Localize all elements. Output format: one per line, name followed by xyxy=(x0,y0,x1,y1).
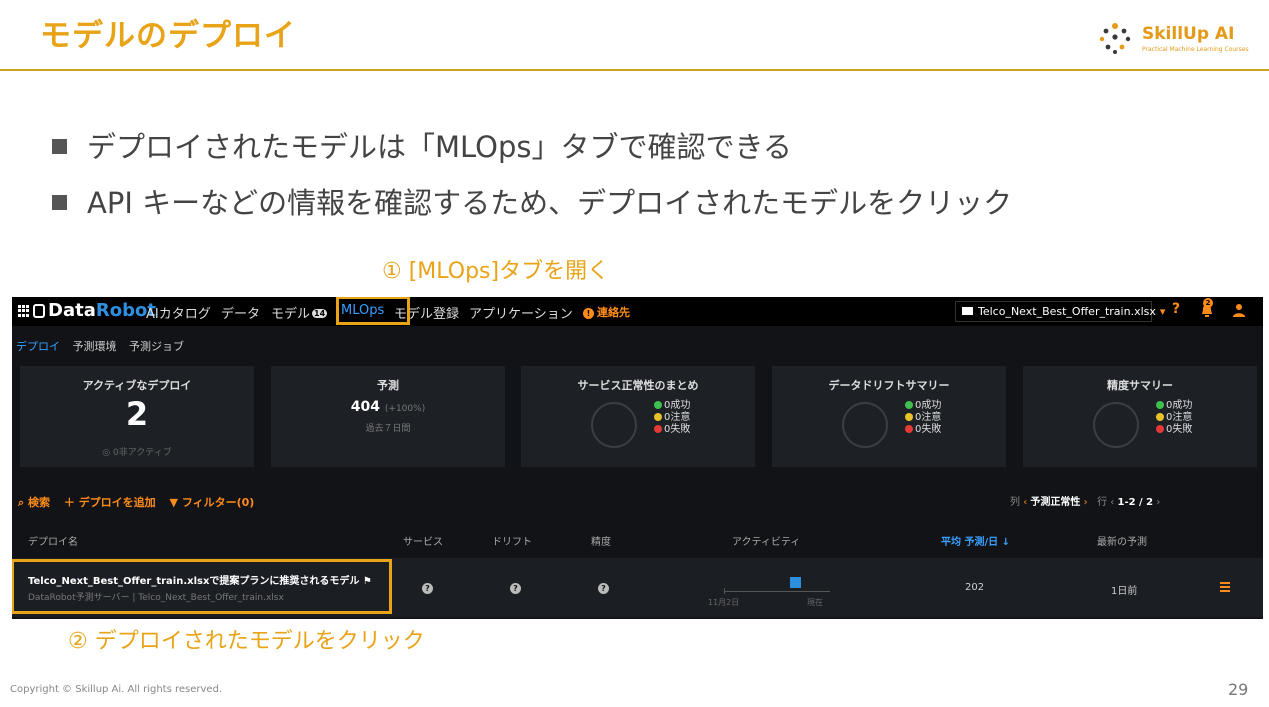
service-unknown-icon: ? xyxy=(422,583,433,594)
alert-icon: ! xyxy=(583,308,594,319)
column-selector[interactable]: 予測正常性 xyxy=(1030,497,1080,508)
card-active-deployments: アクティブなデプロイ 2 ◎ 0非アクティブ xyxy=(20,366,254,467)
active-count: 2 xyxy=(125,395,149,433)
copyright: Copyright © Skillup Ai. All rights reser… xyxy=(10,684,223,695)
folder-icon xyxy=(962,307,973,315)
nav-models[interactable]: モデル 14 xyxy=(271,303,328,322)
prediction-period: 過去７日間 xyxy=(365,424,411,434)
filter-button[interactable]: ▼ フィルター(0) xyxy=(170,496,255,509)
service-health-ring xyxy=(591,402,637,448)
bullet-square-icon xyxy=(52,194,67,210)
col-service[interactable]: サービス xyxy=(403,533,443,548)
bullet-2: API キーなどの情報を確認するため、デプロイされたモデルをクリック xyxy=(52,180,1012,222)
warning-icon xyxy=(654,413,662,421)
activity-axis xyxy=(724,591,830,592)
add-deployment-button[interactable]: ＋ デプロイを追加 xyxy=(64,496,156,509)
bullet-1: デプロイされたモデルは「MLOps」タブで確認できる xyxy=(52,124,792,166)
project-file-selector[interactable]: Telco_Next_Best_Offer_train.xlsx ▾ xyxy=(955,301,1165,322)
col-deployment-name[interactable]: デプロイ名 xyxy=(28,533,78,548)
row-menu-icon[interactable] xyxy=(1220,582,1230,592)
warning-icon xyxy=(1156,413,1164,421)
nav-ai-catalog[interactable]: AIカタログ xyxy=(146,303,211,322)
plus-icon: ＋ xyxy=(63,496,79,509)
nav-applications[interactable]: アプリケーション xyxy=(469,303,573,322)
next-column-icon[interactable]: › xyxy=(1084,497,1091,508)
warning-icon xyxy=(905,413,913,421)
contact-link[interactable]: ! 連絡先 xyxy=(583,304,630,320)
col-avg-predictions[interactable]: 平均 予測/日 ↓ xyxy=(941,533,1010,548)
next-page-icon[interactable]: › xyxy=(1156,497,1160,508)
prediction-count: 404 xyxy=(350,399,381,415)
datarobot-logo[interactable]: DataRobot xyxy=(48,300,156,321)
sort-desc-icon: ↓ xyxy=(998,537,1011,548)
col-accuracy[interactable]: 精度 xyxy=(591,533,611,548)
mlops-highlight-box xyxy=(336,297,410,325)
avg-predictions-value: 202 xyxy=(965,582,985,593)
help-icon[interactable]: ? xyxy=(1172,301,1180,317)
card-accuracy: 精度サマリー 0成功 0注意 0失敗 xyxy=(1023,366,1257,467)
datarobot-screenshot: DataRobot AIカタログ データ モデル 14 MLOps モデル登録 ア… xyxy=(12,297,1263,619)
activity-bar xyxy=(790,577,801,588)
card-data-drift: データドリフトサマリー 0成功 0注意 0失敗 xyxy=(772,366,1006,467)
failure-icon xyxy=(905,425,913,433)
col-latest-prediction[interactable]: 最新の予測 xyxy=(1097,533,1147,548)
notification-count-badge: 2 xyxy=(1203,298,1213,308)
bullet-square-icon xyxy=(52,138,67,154)
tab-prediction-jobs[interactable]: 予測ジョブ xyxy=(129,340,184,353)
logo-text: SkillUp AI xyxy=(1142,24,1235,44)
title-divider xyxy=(0,69,1269,71)
tab-prediction-environments[interactable]: 予測環境 xyxy=(73,340,117,353)
user-avatar-icon[interactable] xyxy=(1233,303,1245,317)
nav-data[interactable]: データ xyxy=(221,303,260,322)
apps-grid-icon[interactable] xyxy=(18,305,30,317)
skillup-logo: SkillUp AI Practical Machine Learning Co… xyxy=(1098,22,1258,58)
drift-unknown-icon: ? xyxy=(510,583,521,594)
logo-tagline: Practical Machine Learning Courses xyxy=(1142,46,1249,53)
mlops-subtabs: デプロイ 予測環境 予測ジョブ xyxy=(16,338,193,354)
top-navbar: DataRobot AIカタログ データ モデル 14 MLOps モデル登録 ア… xyxy=(12,297,1263,326)
deployment-highlight-box xyxy=(12,559,392,614)
accuracy-unknown-icon: ? xyxy=(598,583,609,594)
filter-icon: ▼ xyxy=(169,496,182,509)
data-drift-ring xyxy=(842,402,888,448)
failure-icon xyxy=(1156,425,1164,433)
page-range: 1-2 / 2 xyxy=(1117,497,1154,508)
success-icon xyxy=(654,401,662,409)
service-status-list: 0成功 0注意 0失敗 xyxy=(654,400,690,436)
table-pagination: 列 ‹ 予測正常性 › 行 ‹ 1-2 / 2 › xyxy=(1010,497,1161,508)
latest-prediction-value: 1日前 xyxy=(1111,586,1138,597)
tab-deployments[interactable]: デプロイ xyxy=(16,340,60,353)
callout-open-mlops: ① [MLOps]タブを開く xyxy=(382,259,610,284)
success-icon xyxy=(905,401,913,409)
page-number: 29 xyxy=(1228,680,1249,699)
callout-click-model: ② デプロイされたモデルをクリック xyxy=(68,629,425,654)
failure-icon xyxy=(654,425,662,433)
accuracy-ring xyxy=(1093,402,1139,448)
search-icon: ⌕ xyxy=(18,496,28,509)
drift-status-list: 0成功 0注意 0失敗 xyxy=(905,400,941,436)
prediction-delta: (+100%) xyxy=(384,404,426,414)
accuracy-status-list: 0成功 0注意 0失敗 xyxy=(1156,400,1192,436)
datarobot-logo-icon xyxy=(33,304,45,318)
card-service-health: サービス正常性のまとめ 0成功 0注意 0失敗 xyxy=(521,366,755,467)
success-icon xyxy=(1156,401,1164,409)
slide-title: モデルのデプロイ xyxy=(40,18,296,54)
models-count-badge: 14 xyxy=(312,309,328,318)
search-button[interactable]: ⌕ 検索 xyxy=(18,496,50,509)
col-activity[interactable]: アクティビティ xyxy=(732,533,800,548)
dropdown-caret-icon: ▾ xyxy=(1159,305,1166,318)
col-drift[interactable]: ドリフト xyxy=(492,533,532,548)
activity-start-label: 11月2日 xyxy=(708,598,740,607)
card-predictions: 予測 404 (+100%) 過去７日間 xyxy=(271,366,505,467)
activity-end-label: 現在 xyxy=(807,598,823,607)
logo-dots-icon xyxy=(1099,23,1131,54)
deployment-toolbar: ⌕ 検索 ＋ デプロイを追加 ▼ フィルター(0) xyxy=(18,494,264,510)
inactive-icon: ◎ xyxy=(102,448,113,458)
